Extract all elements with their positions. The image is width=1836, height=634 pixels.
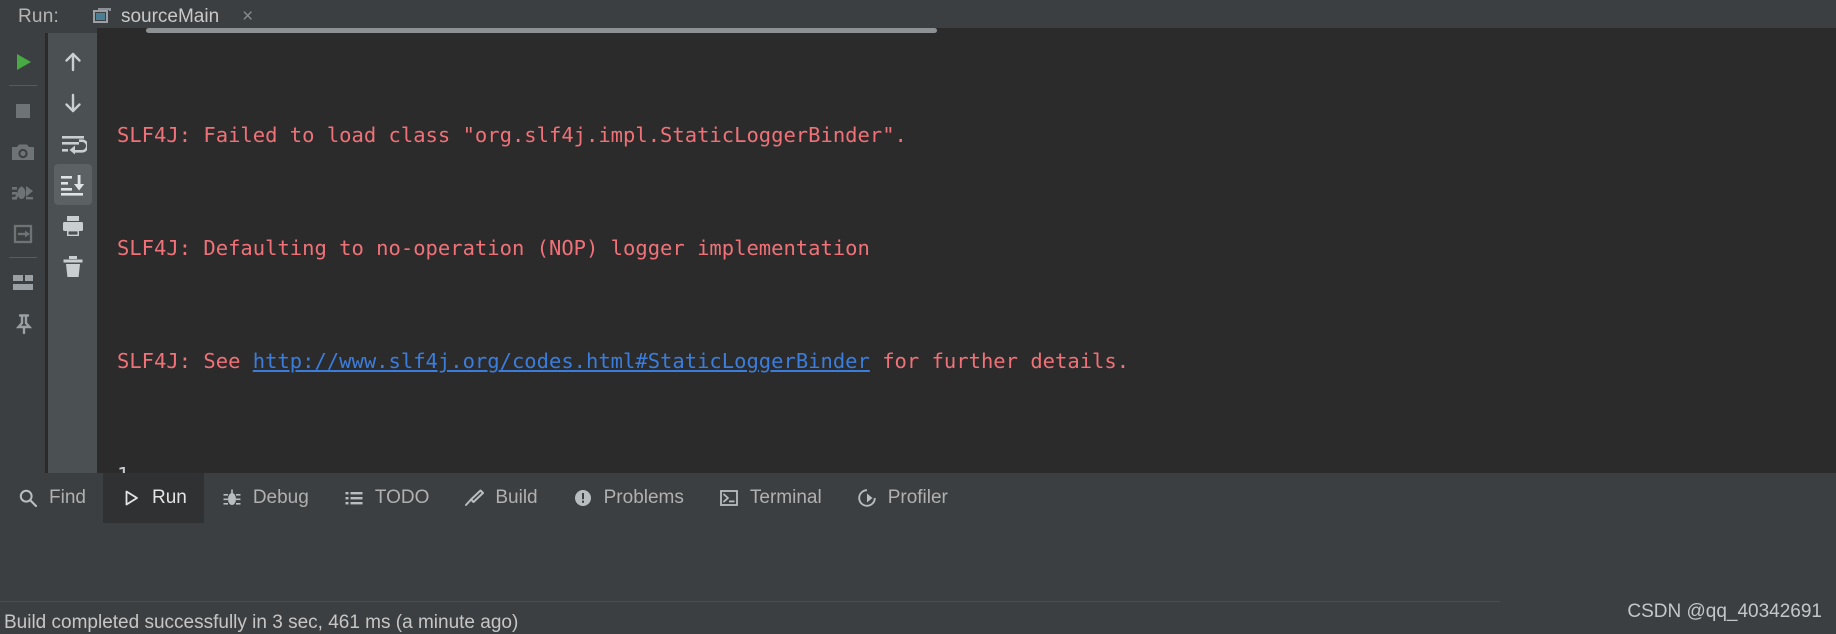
console-line: SLF4J: Defaulting to no-operation (NOP) … — [117, 235, 870, 260]
pin-icon — [15, 313, 32, 334]
console-actions-toolbar — [48, 33, 97, 473]
bug-icon — [221, 487, 243, 509]
tool-window-button-build[interactable]: Build — [446, 473, 554, 523]
run-actions-toolbar — [0, 33, 45, 473]
tool-window-label: TODO — [374, 487, 430, 508]
arrow-down-icon — [64, 93, 81, 112]
console-line: SLF4J: Failed to load class "org.slf4j.i… — [117, 122, 907, 147]
tab-label: sourceMain — [120, 5, 220, 27]
tool-window-label: Find — [49, 487, 86, 508]
tool-window-button-problems[interactable]: Problems — [555, 473, 701, 523]
soft-wrap-button[interactable] — [54, 123, 92, 164]
thread-dump-icon — [11, 185, 33, 200]
stop-square-icon — [15, 103, 30, 118]
toolbar-divider-2 — [8, 257, 37, 259]
tool-window-label: Build — [495, 487, 538, 508]
camera-icon — [11, 144, 34, 160]
rerun-button[interactable] — [4, 41, 42, 82]
tool-window-label: Terminal — [749, 487, 822, 508]
layout-button[interactable] — [4, 262, 42, 303]
close-icon[interactable]: × — [242, 7, 253, 26]
tool-window-label: Run — [151, 487, 187, 508]
arrow-into-box-icon — [13, 224, 32, 243]
slf4j-codes-link[interactable]: http://www.slf4j.org/codes.html#StaticLo… — [253, 349, 870, 373]
status-bar: Build completed successfully in 3 sec, 4… — [0, 523, 1836, 633]
arrow-up-icon — [64, 52, 81, 71]
hammer-icon — [463, 487, 485, 509]
console-text: SLF4J: Failed to load class "org.slf4j.i… — [97, 33, 1836, 473]
console-line-with-link: SLF4J: See http://www.slf4j.org/codes.ht… — [117, 343, 1836, 381]
status-bar-divider — [0, 601, 1500, 602]
down-the-stack-button[interactable] — [54, 82, 92, 123]
terminal-icon — [718, 487, 740, 509]
tool-window-label: Problems — [603, 487, 684, 508]
run-configuration-icon — [92, 8, 112, 25]
list-icon — [343, 487, 365, 509]
play-green-icon — [16, 53, 31, 70]
run-console-output[interactable]: SLF4J: Failed to load class "org.slf4j.i… — [97, 33, 1836, 473]
stop-button[interactable] — [4, 90, 42, 131]
tool-window-button-find[interactable]: Find — [0, 473, 103, 523]
soft-wrap-icon — [61, 135, 87, 154]
up-the-stack-button[interactable] — [54, 41, 92, 82]
dump-threads-button[interactable] — [4, 172, 42, 213]
tool-window-bar: Find Run Debug TODO Build Problems Termi… — [0, 473, 1836, 523]
build-status-message: Build completed successfully in 3 sec, 4… — [4, 612, 519, 633]
restore-layout-icon — [12, 274, 33, 290]
console-line: 1 — [117, 457, 1836, 473]
line-prefix: SLF4J: See — [117, 349, 253, 374]
tool-window-label: Debug — [252, 487, 309, 508]
screenshot-button[interactable] — [4, 131, 42, 172]
tool-window-button-terminal[interactable]: Terminal — [701, 473, 839, 523]
printer-icon — [62, 215, 83, 236]
clear-all-button[interactable] — [54, 246, 92, 287]
trash-icon — [63, 255, 82, 277]
search-icon — [17, 487, 39, 509]
scroll-to-end-icon — [60, 174, 84, 196]
tool-window-label: Profiler — [887, 487, 948, 508]
toolbar-divider — [8, 85, 37, 87]
attach-console-button[interactable] — [4, 213, 42, 254]
line-suffix: for further details. — [869, 349, 1130, 374]
pin-button[interactable] — [4, 303, 42, 344]
scroll-to-end-button[interactable] — [53, 164, 92, 205]
run-tool-window-label: Run: — [18, 5, 59, 27]
tool-window-button-run[interactable]: Run — [102, 473, 204, 523]
exclamation-circle-icon — [572, 487, 594, 509]
tool-window-button-debug[interactable]: Debug — [204, 473, 326, 523]
play-icon — [120, 487, 142, 509]
profiler-icon — [856, 487, 878, 509]
tool-window-button-todo[interactable]: TODO — [326, 473, 447, 523]
tool-window-button-profiler[interactable]: Profiler — [839, 473, 965, 523]
print-button[interactable] — [54, 205, 92, 246]
csdn-watermark: CSDN @qq_40342691 — [1627, 601, 1822, 622]
